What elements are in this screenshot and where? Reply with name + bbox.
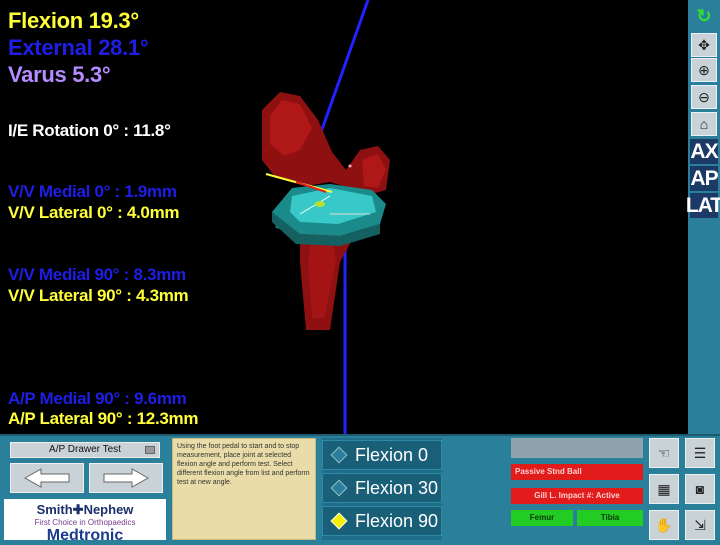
flexion-option-30[interactable]: Flexion 30 [322, 473, 442, 503]
refresh-icon: ↻ [696, 5, 712, 26]
vendor-logo: Smith✚Nephew First Choice in Orthopaedic… [4, 499, 166, 544]
flexion-option-label: Flexion 0 [355, 445, 429, 465]
vv-medial-0-readout: V/V Medial 0° : 1.9mm [8, 182, 177, 201]
status-message-area [511, 438, 643, 458]
tool-button[interactable]: ✋ [649, 510, 679, 540]
test-type-dropdown[interactable]: A/P Drawer Test [10, 442, 160, 458]
varus-readout: Varus 5.3° [8, 62, 111, 87]
pan-icon: ✥ [698, 36, 710, 53]
lateral-view-button[interactable]: LAT [686, 193, 720, 218]
arrow-right-icon [103, 468, 150, 488]
export-icon: ⇲ [694, 516, 706, 533]
list-button[interactable]: ☰ [685, 438, 715, 468]
probe-button[interactable]: ☜ [649, 438, 679, 468]
home-view-button[interactable]: ⌂ [691, 112, 717, 136]
passive-status: Passive Stnd Ball [511, 464, 643, 480]
zoom-out-button[interactable]: ⊖ [691, 85, 717, 109]
zoom-in-button[interactable]: ⊕ [691, 58, 717, 82]
external-readout: External 28.1° [8, 35, 149, 60]
flexion-readout: Flexion 19.3° [8, 8, 139, 33]
next-button[interactable] [89, 463, 163, 493]
vv-lateral-0-readout: V/V Lateral 0° : 4.0mm [8, 203, 180, 222]
home-icon: ⌂ [699, 116, 709, 132]
previous-button[interactable] [10, 463, 84, 493]
refresh-button[interactable]: ↻ [691, 4, 717, 28]
layout-button[interactable]: ▦ [649, 474, 679, 504]
flexion-option-list: Flexion 0 Flexion 30 Flexion 90 [322, 438, 442, 540]
pointer-icon: ☜ [657, 444, 671, 461]
ie-rotation-readout: I/E Rotation 0° : 11.8° [8, 121, 171, 140]
femur-status: Femur [511, 510, 573, 526]
vv-medial-90-readout: V/V Medial 90° : 8.3mm [8, 265, 186, 284]
flexion-option-label: Flexion 90 [355, 511, 439, 531]
impact-status: Gill L. Impact #: Active [511, 488, 643, 504]
export-button[interactable]: ⇲ [685, 510, 715, 540]
ap-view-button[interactable]: AP [690, 166, 719, 191]
zoom-in-icon: ⊕ [698, 61, 710, 78]
pan-button[interactable]: ✥ [691, 33, 717, 57]
vv-lateral-90-readout: V/V Lateral 90° : 4.3mm [8, 286, 189, 305]
logo-tagline: First Choice in Orthopaedics [34, 518, 136, 527]
hand-icon: ✋ [655, 516, 673, 533]
flexion-option-label: Flexion 30 [355, 478, 439, 498]
medtronic-logo-text: Medtronic [46, 527, 124, 544]
camera-icon: ◙ [695, 481, 705, 497]
radio-diamond-selected-icon [330, 512, 348, 530]
3d-viewport[interactable]: Flexion 19.3° External 28.1° Varus 5.3° … [0, 0, 688, 434]
grid-icon: ▦ [657, 480, 671, 497]
test-type-value: A/P Drawer Test [49, 444, 121, 455]
radio-diamond-icon [330, 479, 348, 497]
zoom-out-icon: ⊖ [698, 88, 710, 105]
ap-lateral-90-readout: A/P Lateral 90° : 12.3mm [8, 409, 199, 428]
list-icon: ☰ [693, 444, 707, 461]
arrow-left-icon [23, 468, 70, 488]
axial-view-button[interactable]: AX [690, 139, 719, 164]
flexion-option-0[interactable]: Flexion 0 [322, 440, 442, 470]
view-toolbar: ↻ ✥ ⊕ ⊖ ⌂ AX AP LAT [686, 0, 720, 434]
instructions-box: Using the foot pedal to start and to sto… [172, 438, 316, 540]
tibia-status: Tibia [577, 510, 643, 526]
flexion-option-90[interactable]: Flexion 90 [322, 506, 442, 536]
radio-diamond-icon [330, 446, 348, 464]
ap-medial-90-readout: A/P Medial 90° : 9.6mm [8, 389, 187, 408]
camera-button[interactable]: ◙ [685, 474, 715, 504]
dropdown-arrow-icon [145, 446, 155, 454]
smith-nephew-logo-text: Smith✚Nephew [36, 502, 134, 517]
